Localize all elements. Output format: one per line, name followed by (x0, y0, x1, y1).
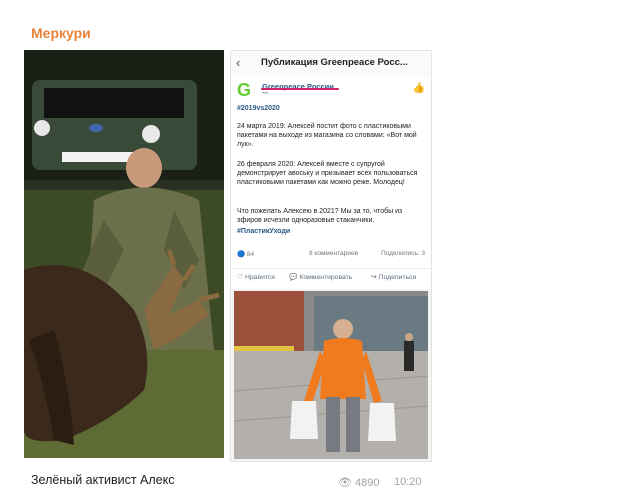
views-number: 4890 (355, 477, 380, 489)
post-time: 10:20 (394, 476, 422, 488)
hashtag[interactable]: #2019vs2020 (237, 104, 423, 113)
back-arrow-icon[interactable]: ‹ (236, 55, 240, 70)
share-label: Поделиться (378, 274, 417, 281)
reactions-icon: 🔵 (237, 251, 246, 258)
vk-header-title: Публикация Greenpeace Росс... (261, 57, 408, 68)
like-button[interactable]: ♡ Нравится (237, 273, 275, 281)
hunting-photo (24, 50, 224, 458)
post-date: ••• (262, 91, 269, 97)
vk-header: ‹ Публикация Greenpeace Росс... (231, 51, 431, 78)
channel-name[interactable]: Меркури (31, 25, 91, 41)
vk-screenshot: ‹ Публикация Greenpeace Росс... G Greenp… (230, 50, 432, 462)
like-label: Нравится (244, 274, 275, 281)
paragraph-1: 24 марта 2019: Алексей постит фото с пла… (237, 123, 417, 148)
post-actions: ♡ Нравится 💬 Комментировать ↪ Поделиться (231, 268, 431, 285)
hashtag-2[interactable]: #ПластикУходи (237, 227, 423, 236)
thumbs-up-icon[interactable]: 👍 (413, 83, 425, 94)
share-button[interactable]: ↪ Поделиться (371, 273, 416, 281)
red-underline (261, 88, 339, 90)
eye-icon: 👁 (338, 477, 352, 489)
comments-count[interactable]: 8 комментариев (309, 250, 358, 257)
hashtag-text[interactable]: #2019vs2020 (237, 105, 280, 112)
hashtag2-text[interactable]: #ПластикУходи (237, 228, 290, 235)
comment-button[interactable]: 💬 Комментировать (289, 273, 352, 281)
post-caption: Зелёный активист Алекс (31, 473, 175, 487)
paragraph-2: 26 февраля 2020: Алексей вместе с супруг… (237, 161, 418, 186)
post-media[interactable]: ‹ Публикация Greenpeace Росс... G Greenp… (24, 50, 432, 462)
shares-count: Поделились: 3 (380, 250, 425, 257)
paragraph-3: Что пожелать Алексею в 2021? Мы за то, ч… (237, 208, 403, 224)
vk-post-body: G Greenpeace России ••• 👍 #2019vs2020 24… (231, 77, 431, 289)
views-count: 👁 4890 (338, 476, 380, 489)
shopping-photo (234, 291, 428, 459)
reactions-count: 84 (246, 251, 255, 258)
post-stats: 🔵 84 8 комментариев Поделились: 3 (237, 250, 425, 260)
comment-label: Комментировать (299, 274, 353, 281)
greenpeace-logo-icon: G (237, 80, 252, 100)
